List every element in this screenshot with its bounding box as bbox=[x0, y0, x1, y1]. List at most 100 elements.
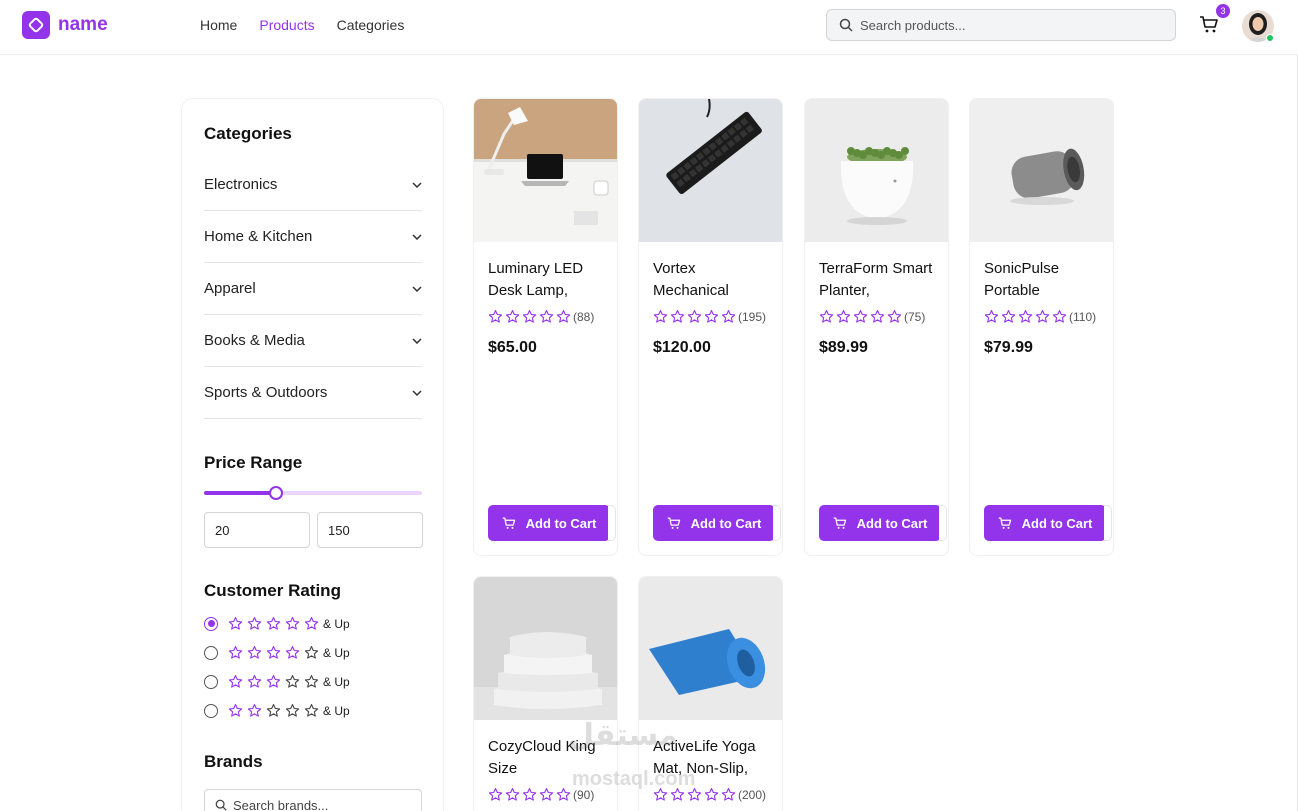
search-icon bbox=[215, 799, 227, 811]
product-rating: (195) bbox=[653, 309, 766, 324]
customer-rating-title: Customer Rating bbox=[204, 581, 341, 600]
star-icon bbox=[228, 616, 243, 631]
rating-label: & Up bbox=[323, 645, 350, 660]
rating-option[interactable]: & Up bbox=[204, 616, 350, 631]
star-icon bbox=[1018, 309, 1033, 324]
product-image[interactable] bbox=[474, 99, 618, 242]
star-icon bbox=[247, 645, 262, 660]
add-to-cart-button[interactable]: Add to Cart bbox=[653, 505, 775, 541]
category-label: Books & Media bbox=[204, 332, 305, 349]
product-card[interactable]: TerraForm Smart Planter, (75) $89.99 Add to… bbox=[804, 98, 949, 556]
add-to-cart-button[interactable]: Add to Cart bbox=[984, 505, 1106, 541]
star-icon bbox=[488, 787, 503, 802]
rating-radio[interactable] bbox=[204, 703, 218, 718]
product-name[interactable]: TerraForm Smart Planter, bbox=[819, 258, 939, 302]
rating-label: & Up bbox=[323, 674, 350, 689]
product-price: $89.99 bbox=[819, 339, 868, 356]
star-icon bbox=[522, 787, 537, 802]
category-sports-outdoors[interactable]: Sports & Outdoors bbox=[204, 367, 422, 419]
category-books-media[interactable]: Books & Media bbox=[204, 315, 422, 367]
star-icon bbox=[556, 787, 571, 802]
category-home-kitchen[interactable]: Home & Kitchen bbox=[204, 211, 422, 263]
chevron-down-icon bbox=[412, 285, 422, 292]
brand-search-input[interactable] bbox=[233, 797, 413, 811]
star-icon bbox=[687, 309, 702, 324]
star-icon bbox=[228, 703, 243, 718]
star-icon bbox=[721, 309, 736, 324]
categories-title: Categories bbox=[204, 124, 292, 143]
review-count: (88) bbox=[573, 309, 595, 324]
product-name[interactable]: Vortex Mechanical bbox=[653, 258, 773, 302]
add-to-cart-label: Add to Cart bbox=[856, 515, 928, 531]
price-slider-fill bbox=[204, 491, 276, 495]
cart-icon bbox=[1200, 16, 1218, 33]
brands-title: Brands bbox=[204, 752, 263, 771]
product-rating: (110) bbox=[984, 309, 1096, 324]
price-slider-thumb[interactable] bbox=[268, 486, 283, 500]
cart-icon bbox=[833, 517, 846, 529]
star-icon bbox=[984, 309, 999, 324]
product-image[interactable] bbox=[970, 99, 1114, 242]
search-input[interactable] bbox=[860, 17, 1150, 33]
top-navbar: name Home Products Categories 3 bbox=[0, 0, 1298, 55]
star-icon bbox=[266, 616, 281, 631]
product-card[interactable]: SonicPulse Portable (110) $79.99 Add to Car… bbox=[969, 98, 1114, 556]
product-image[interactable] bbox=[639, 577, 783, 720]
star-icon bbox=[670, 309, 685, 324]
star-icon bbox=[247, 674, 262, 689]
rating-label: & Up bbox=[323, 616, 350, 631]
cart-button[interactable] bbox=[1199, 14, 1221, 36]
nav-products[interactable]: Products bbox=[259, 17, 314, 33]
star-icon bbox=[704, 787, 719, 802]
star-icon bbox=[505, 787, 520, 802]
rating-option[interactable]: & Up bbox=[204, 645, 350, 660]
online-status-dot bbox=[1266, 34, 1274, 42]
rating-option[interactable]: & Up bbox=[204, 674, 350, 689]
star-icon bbox=[819, 309, 834, 324]
cart-icon bbox=[998, 517, 1011, 529]
product-rating: (75) bbox=[819, 309, 925, 324]
watermark-url: mostaql.com bbox=[572, 768, 696, 790]
add-to-cart-button[interactable]: Add to Cart bbox=[488, 505, 610, 541]
star-icon bbox=[228, 674, 243, 689]
rating-option[interactable]: & Up bbox=[204, 703, 350, 718]
product-card[interactable]: Luminary LED Desk Lamp, (88) $65.00 Add to … bbox=[473, 98, 618, 556]
chevron-down-icon bbox=[412, 389, 422, 396]
product-name[interactable]: SonicPulse Portable bbox=[984, 258, 1104, 302]
product-name[interactable]: Luminary LED Desk Lamp, bbox=[488, 258, 608, 302]
add-to-cart-label: Add to Cart bbox=[690, 515, 762, 531]
star-icon bbox=[266, 645, 281, 660]
category-apparel[interactable]: Apparel bbox=[204, 263, 422, 315]
price-max-input[interactable] bbox=[317, 512, 423, 548]
category-electronics[interactable]: Electronics bbox=[204, 159, 422, 211]
logo[interactable]: name bbox=[22, 11, 108, 39]
product-search[interactable] bbox=[826, 9, 1176, 41]
star-icon bbox=[228, 645, 243, 660]
price-slider[interactable] bbox=[204, 486, 422, 500]
review-count: (200) bbox=[738, 787, 767, 802]
rating-radio[interactable] bbox=[204, 616, 218, 631]
star-icon bbox=[285, 616, 300, 631]
watermark: مستقل bbox=[568, 719, 678, 752]
star-icon bbox=[488, 309, 503, 324]
nav-categories[interactable]: Categories bbox=[337, 17, 405, 33]
product-image[interactable] bbox=[805, 99, 949, 242]
product-card[interactable]: Vortex Mechanical (195) $120.00 Add to Cart bbox=[638, 98, 783, 556]
star-icon bbox=[304, 616, 319, 631]
button-edge bbox=[773, 505, 781, 541]
add-to-cart-button[interactable]: Add to Cart bbox=[819, 505, 941, 541]
star-icon bbox=[836, 309, 851, 324]
search-icon bbox=[839, 18, 853, 32]
price-min-input[interactable] bbox=[204, 512, 310, 548]
rating-radio[interactable] bbox=[204, 674, 218, 689]
product-image[interactable] bbox=[639, 99, 783, 242]
star-icon bbox=[304, 645, 319, 660]
product-image[interactable] bbox=[474, 577, 618, 720]
nav-home[interactable]: Home bbox=[200, 17, 237, 33]
brand-search[interactable] bbox=[204, 789, 422, 811]
star-icon bbox=[539, 787, 554, 802]
cart-icon bbox=[502, 517, 515, 529]
rating-radio[interactable] bbox=[204, 645, 218, 660]
review-count: (195) bbox=[738, 309, 767, 324]
review-count: (75) bbox=[904, 309, 926, 324]
